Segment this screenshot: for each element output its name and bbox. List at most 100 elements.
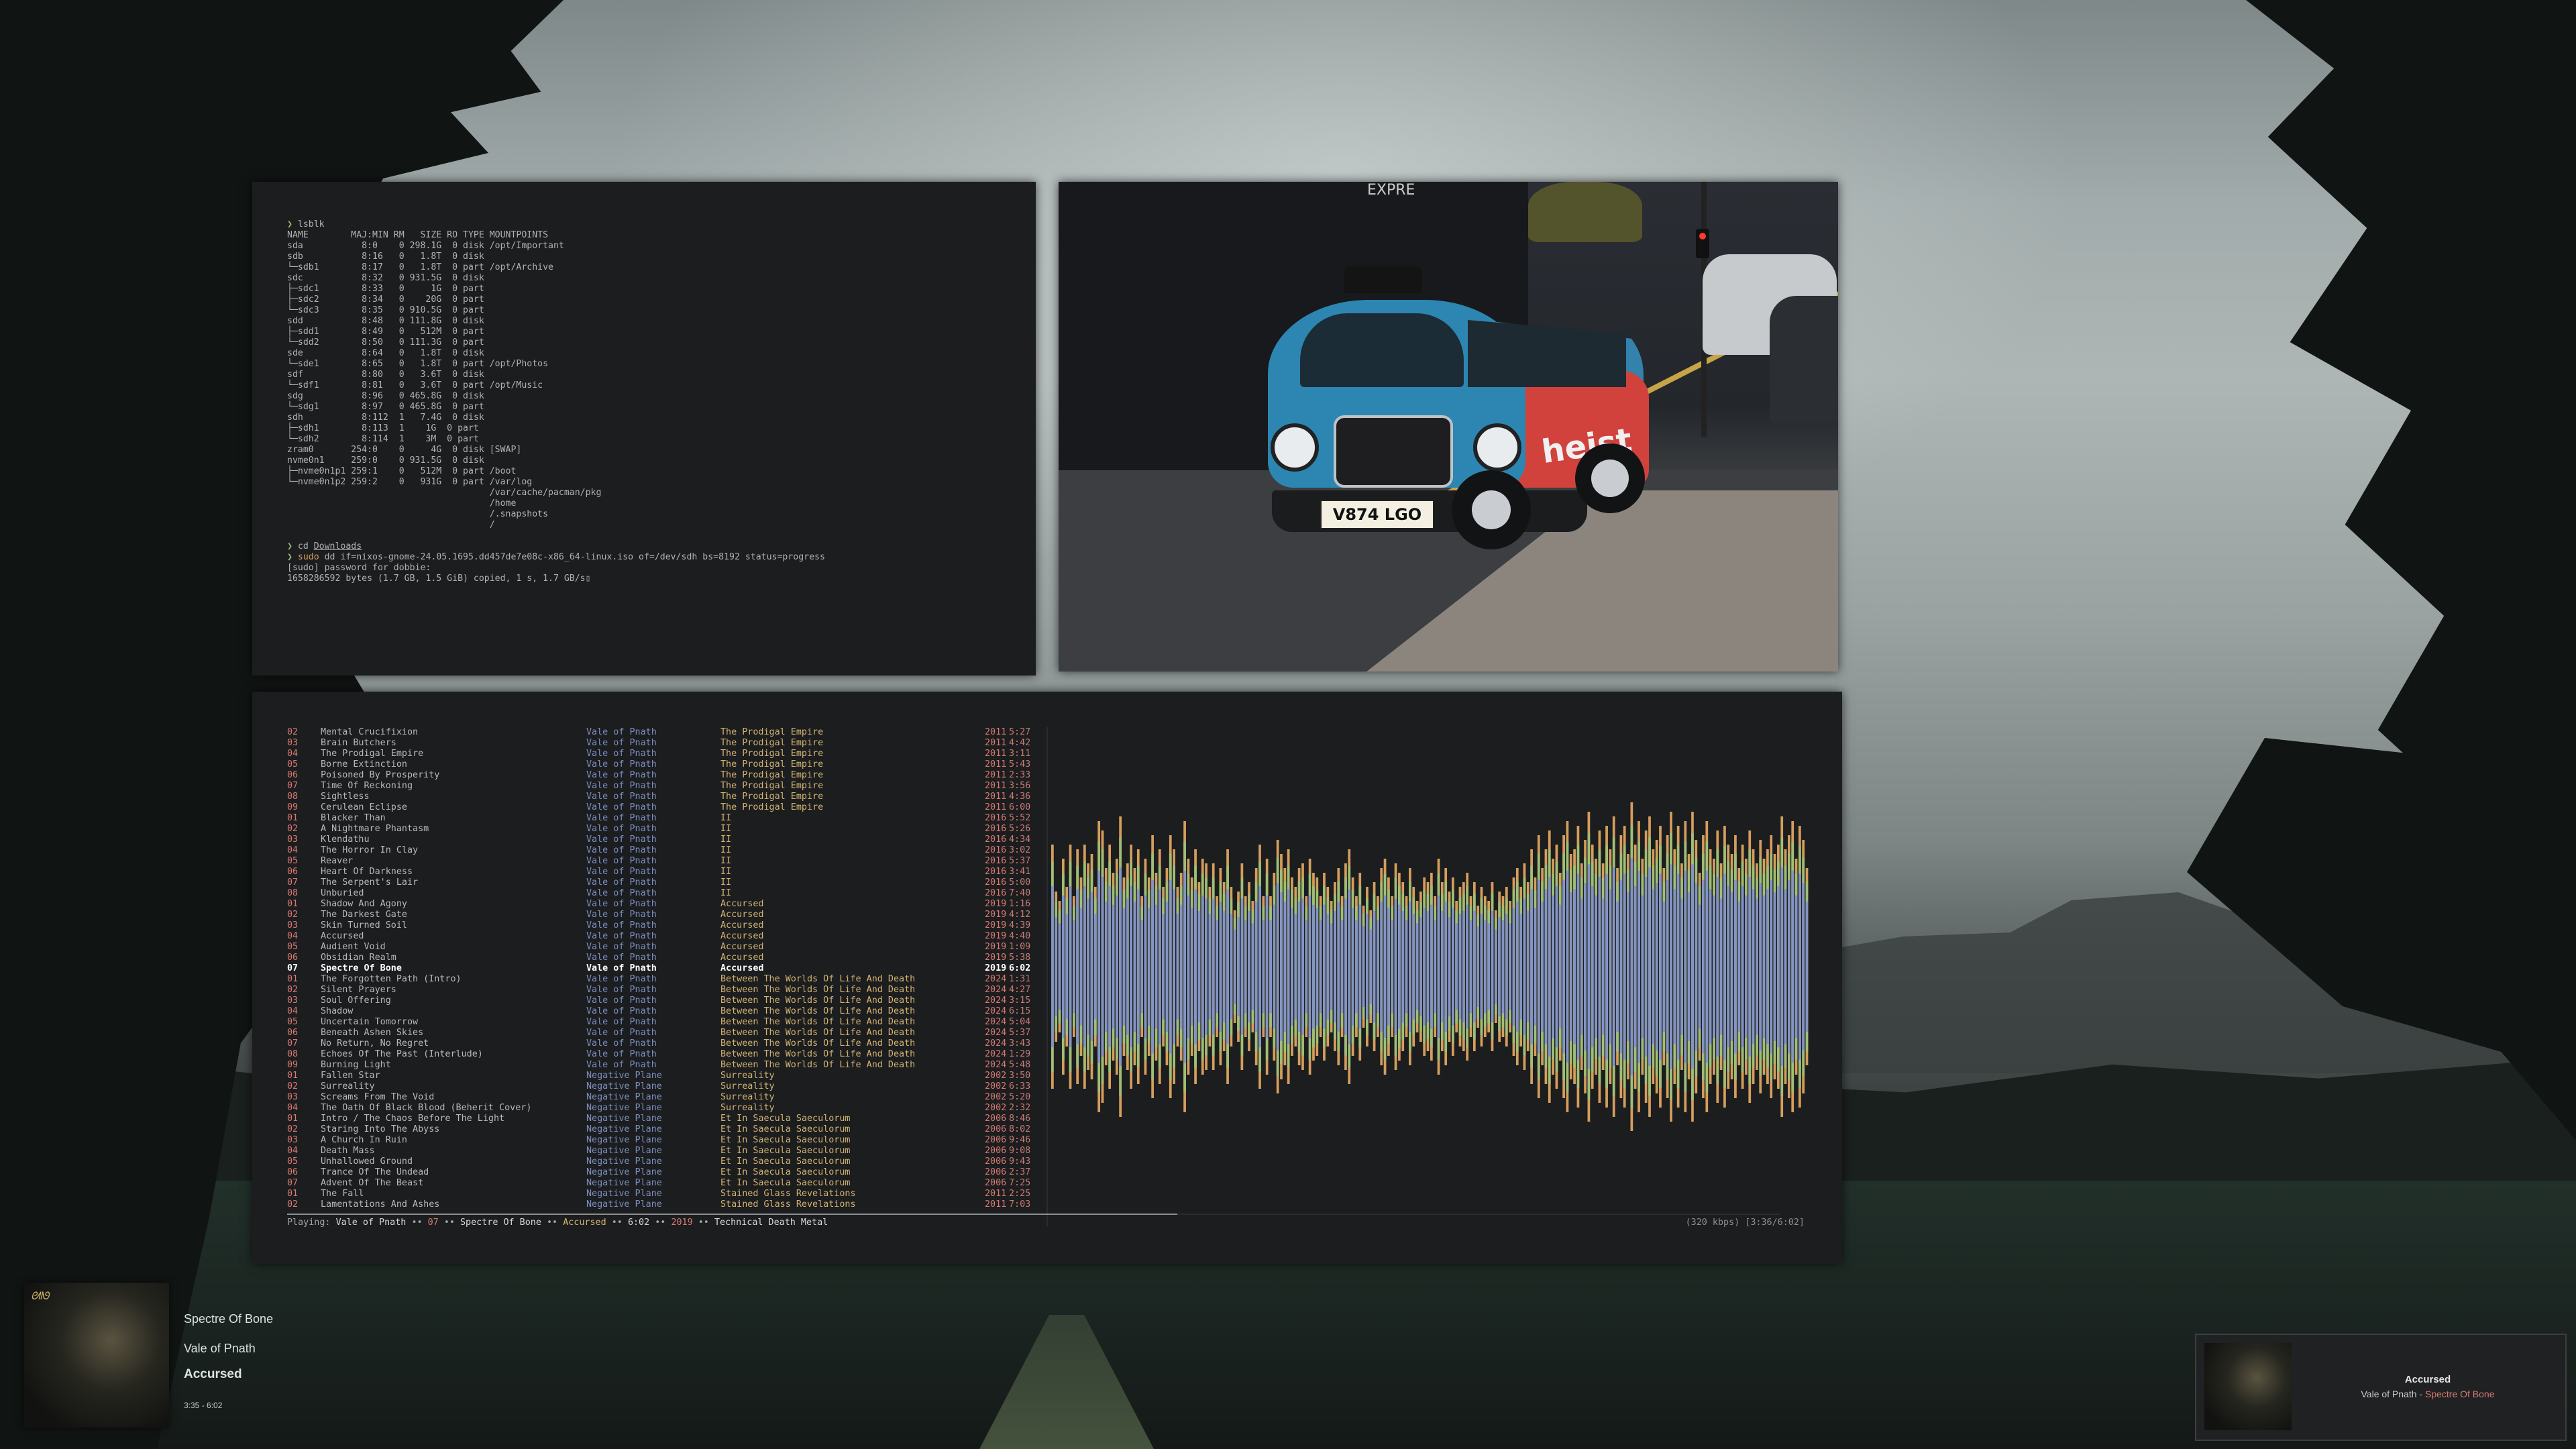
visualizer-bar <box>1584 840 1587 1093</box>
terminal-text: [sudo] password for dobbie: <box>287 563 431 573</box>
visualizer-bar <box>1612 816 1615 1117</box>
visualizer-bar <box>1258 845 1261 1089</box>
track-album: The Prodigal Empire <box>720 749 824 759</box>
terminal-line: sdb 8:16 0 1.8T 0 disk <box>287 252 825 262</box>
track-duration: 1:16 <box>1009 899 1031 909</box>
track-year: 2006 <box>985 1135 1007 1145</box>
track-year: 2019 <box>985 910 1007 920</box>
track-number: 07 <box>287 1178 299 1188</box>
track-album: Between The Worlds Of Life And Death <box>720 1060 916 1070</box>
image-viewer-window[interactable]: EXPRE heist V874 LGO <box>1059 182 1838 672</box>
terminal-text: sda 8:0 0 298.1G 0 disk /opt/Important <box>287 241 564 251</box>
track-duration: 2:33 <box>1009 770 1031 780</box>
visualizer-bar <box>1412 887 1415 1046</box>
track-year: 2016 <box>985 888 1007 898</box>
track-number: 08 <box>287 888 299 898</box>
track-artist: Vale of Pnath <box>586 1038 657 1049</box>
visualizer-bar <box>1676 826 1680 1108</box>
visualizer-bar <box>1766 849 1769 1084</box>
track-duration: 1:09 <box>1009 942 1031 952</box>
track-artist: Vale of Pnath <box>586 867 657 877</box>
track-album: II <box>720 867 732 877</box>
track-title: Shadow And Agony <box>321 899 407 909</box>
status-sep: •• <box>611 1218 623 1228</box>
track-duration: 5:00 <box>1009 877 1031 888</box>
visualizer-bar <box>1555 845 1558 1089</box>
track-year: 2024 <box>985 1038 1007 1049</box>
track-year: 2006 <box>985 1167 1007 1177</box>
track-number: 04 <box>287 1006 299 1016</box>
visualizer-bar <box>1541 868 1544 1065</box>
visualizer-bar <box>1737 868 1741 1065</box>
track-number: 04 <box>287 1146 299 1156</box>
visualizer-bar <box>1591 845 1594 1089</box>
terminal-output[interactable]: ❯ lsblk NAME MAJ:MIN RM SIZE RO TYPE MOUN… <box>287 219 825 584</box>
track-duration: 3:11 <box>1009 749 1031 759</box>
visualizer-bar <box>1548 830 1551 1103</box>
terminal-line: 1658286592 bytes (1.7 GB, 1.5 GiB) copie… <box>287 574 825 584</box>
track-album: Stained Glass Revelations <box>720 1199 856 1210</box>
track-artist: Vale of Pnath <box>586 1028 657 1038</box>
visualizer-bar <box>1183 821 1186 1112</box>
track-title: Poisoned By Prosperity <box>321 770 440 780</box>
visualizer-bar <box>1409 868 1411 1065</box>
track-title: Uncertain Tomorrow <box>321 1017 419 1027</box>
track-duration: 2:37 <box>1009 1167 1031 1177</box>
visualizer-bar <box>1659 826 1662 1108</box>
track-artist: Negative Plane <box>586 1092 662 1102</box>
visualizer-bar <box>1319 896 1322 1037</box>
visualizer-bar <box>1794 859 1798 1075</box>
terminal-text: /home <box>287 498 517 508</box>
track-duration: 5:27 <box>1009 727 1031 737</box>
track-notification[interactable]: Accursed Vale of Pnath - Spectre Of Bone <box>2195 1334 2567 1441</box>
visualizer-bar <box>1093 887 1097 1046</box>
visualizer-bar <box>1501 896 1505 1037</box>
track-artist: Vale of Pnath <box>586 877 657 888</box>
track-year: 2019 <box>985 953 1007 963</box>
track-album: II <box>720 888 732 898</box>
terminal-text: └─sdh2 8:114 1 3M 0 part <box>287 434 479 444</box>
track-duration: 8:02 <box>1009 1124 1031 1134</box>
terminal-line: └─nvme0n1p2 259:2 0 931G 0 part /var/log <box>287 477 825 488</box>
terminal-line: NAME MAJ:MIN RM SIZE RO TYPE MOUNTPOINTS <box>287 230 825 241</box>
bitrate-time: (320 kbps) [3:36/6:02] <box>1685 1218 1805 1228</box>
visualizer-bar <box>1087 863 1090 1070</box>
visualizer-bar <box>1430 873 1433 1061</box>
photo-wheel-hub <box>1472 490 1511 529</box>
visualizer-bar <box>1601 863 1605 1070</box>
music-player-window[interactable]: 02 Mental Crucifixion Vale of Pnath The Pro… <box>252 692 1842 1264</box>
status-title: Spectre Of Bone <box>460 1218 541 1228</box>
visualizer-bar <box>1773 854 1776 1079</box>
visualizer-bar <box>1262 896 1265 1037</box>
visualizer-bar <box>1194 849 1197 1084</box>
visualizer-bar <box>1222 882 1226 1051</box>
track-year: 2024 <box>985 1060 1007 1070</box>
progress-bar[interactable] <box>287 1214 1780 1215</box>
track-year: 2019 <box>985 942 1007 952</box>
track-artist: Vale of Pnath <box>586 759 657 769</box>
visualizer-bar <box>1237 892 1240 1042</box>
visualizer-bar <box>1440 882 1444 1051</box>
track-year: 2002 <box>985 1071 1007 1081</box>
visualizer-bar <box>1788 835 1790 1098</box>
visualizer-bar <box>1351 877 1354 1056</box>
visualizer-bar <box>1230 887 1233 1046</box>
track-number: 07 <box>287 963 299 973</box>
visualizer-bar <box>1305 896 1308 1037</box>
photo-taxi-headlight-left <box>1271 423 1319 472</box>
track-duration: 9:08 <box>1009 1146 1031 1156</box>
visualizer-bar <box>1355 896 1358 1037</box>
track-number: 08 <box>287 792 299 802</box>
now-playing-widget: ᘛᘚ Spectre Of Bone Vale of Pnath Accurse… <box>24 1283 400 1430</box>
track-album: Accursed <box>720 899 764 909</box>
visualizer-bar <box>1523 863 1526 1070</box>
track-album: Surreality <box>720 1103 775 1113</box>
terminal-line: nvme0n1 259:0 0 931.5G 0 disk <box>287 455 825 466</box>
terminal-window[interactable]: ❯ lsblk NAME MAJ:MIN RM SIZE RO TYPE MOUN… <box>252 182 1036 676</box>
photo-red-signal <box>1699 233 1706 239</box>
visualizer-bar <box>1147 877 1150 1056</box>
track-duration: 7:03 <box>1009 1199 1031 1210</box>
notification-artist: Vale of Pnath <box>2361 1389 2417 1399</box>
visualizer-bar <box>1480 887 1483 1046</box>
visualizer-bar <box>1312 873 1315 1061</box>
